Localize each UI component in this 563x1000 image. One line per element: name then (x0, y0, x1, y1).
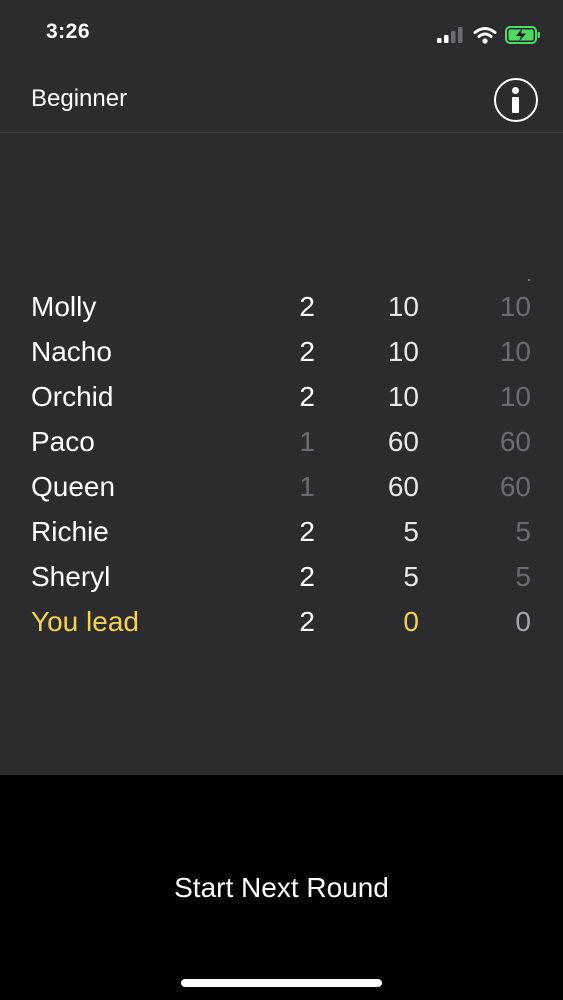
points: 10 (387, 336, 419, 367)
player-name: Sheryl (31, 561, 111, 592)
status-time: 3:26 (46, 20, 91, 43)
total-points: 5 (515, 516, 531, 547)
score-row: Sheryl 2 5 5 (0, 555, 563, 600)
screen: 3:26 Beginner Molly 2 10 10 Nacho 2 10 1… (0, 0, 563, 1000)
points: 10 (387, 291, 419, 322)
round-score: 2 (299, 606, 315, 637)
score-row: Orchid 2 10 10 (0, 375, 563, 420)
score-row: Paco 1 60 60 (0, 420, 563, 465)
round-score: 2 (299, 561, 315, 592)
score-row: Richie 2 5 5 (0, 510, 563, 555)
points: 10 (387, 381, 419, 412)
player-name: Molly (31, 291, 97, 322)
score-row: Molly 2 10 10 (0, 285, 563, 330)
cellular-signal-icon (437, 27, 463, 43)
total-points: 5 (515, 561, 531, 592)
nav-bar: Beginner (0, 66, 563, 133)
player-name: Queen (31, 471, 116, 502)
total-points: 10 (499, 381, 531, 412)
scoreboard-area: 3:26 Beginner Molly 2 10 10 Nacho 2 10 1… (0, 0, 563, 775)
round-score: 2 (299, 516, 315, 547)
points: 5 (403, 561, 419, 592)
round-score: 2 (299, 291, 315, 322)
status-icons (437, 25, 541, 45)
points: 60 (387, 471, 419, 502)
points: 60 (387, 426, 419, 457)
battery-charging-icon (505, 26, 540, 44)
home-indicator[interactable] (181, 979, 382, 987)
player-name: Orchid (31, 381, 114, 412)
round-score: 2 (299, 381, 315, 412)
score-row: Nacho 2 10 10 (0, 330, 563, 375)
page-title: Beginner (31, 85, 128, 112)
player-name: Paco (31, 426, 95, 457)
round-score: 1 (299, 471, 315, 502)
total-points: 60 (499, 471, 531, 502)
total-points: 10 (499, 336, 531, 367)
start-next-round-button[interactable]: Start Next Round (0, 855, 563, 921)
total-points: 60 (499, 426, 531, 457)
player-name: Nacho (31, 336, 112, 367)
score-row: Queen 1 60 60 (0, 465, 563, 510)
info-button[interactable] (494, 78, 538, 122)
action-area: Start Next Round (0, 775, 563, 1000)
player-name: Richie (31, 516, 109, 547)
leader-row: You lead 2 0 0 (0, 600, 563, 645)
round-score: 2 (299, 336, 315, 367)
total-points: 0 (515, 606, 531, 637)
scroll-indicator (528, 279, 530, 281)
round-score: 1 (299, 426, 315, 457)
points: 5 (403, 516, 419, 547)
points: 0 (403, 606, 419, 637)
score-table: Molly 2 10 10 Nacho 2 10 10 Orchid 2 10 … (0, 285, 563, 645)
leader-label: You lead (31, 606, 139, 637)
wifi-icon (473, 27, 497, 44)
total-points: 10 (499, 291, 531, 322)
status-bar: 3:26 (0, 0, 563, 66)
